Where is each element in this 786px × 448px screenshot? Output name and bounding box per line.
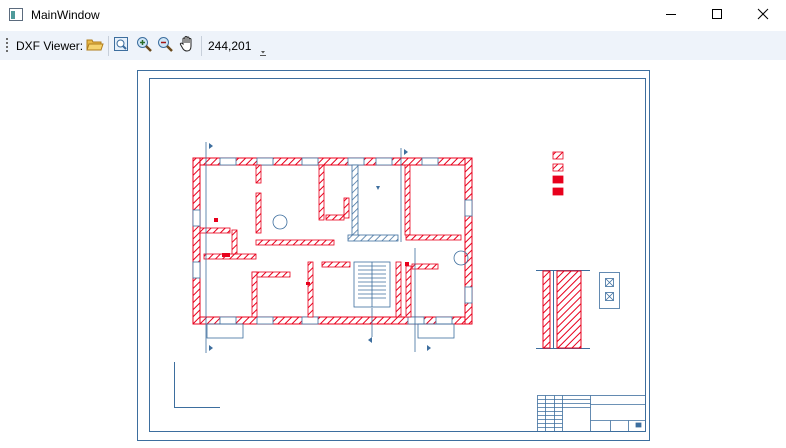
toolbar-grip[interactable] [6, 38, 8, 53]
dxf-drawing [137, 70, 650, 441]
zoom-fit-icon [113, 36, 129, 57]
close-icon [757, 7, 769, 25]
zoom-out-button[interactable] [155, 36, 175, 56]
maximize-icon [711, 7, 723, 25]
zoom-in-icon [136, 36, 152, 57]
corner-mark [174, 362, 220, 408]
minimize-icon [665, 7, 677, 25]
zoom-out-icon [157, 36, 173, 57]
open-folder-icon [86, 36, 104, 57]
wall-section-detail [536, 270, 590, 349]
zoom-in-button[interactable] [134, 36, 154, 56]
cursor-coordinates: 244,201 [208, 39, 252, 53]
toolbar-label: DXF Viewer: [16, 39, 84, 53]
open-file-button[interactable] [85, 36, 105, 56]
close-button[interactable] [740, 0, 786, 31]
dropdown-arrow-icon[interactable] [258, 45, 268, 56]
pan-hand-icon [178, 35, 196, 58]
toolbar-separator [201, 36, 202, 56]
window-title: MainWindow [31, 8, 100, 22]
app-icon [9, 8, 23, 21]
toolbar-separator [108, 36, 109, 56]
floor-plan [192, 142, 473, 353]
minimize-button[interactable] [648, 0, 694, 31]
title-bar: MainWindow [0, 0, 786, 31]
title-block [537, 395, 646, 432]
legend-swatches [552, 151, 564, 196]
maximize-button[interactable] [694, 0, 740, 31]
zoom-fit-button[interactable] [111, 36, 131, 56]
toolbar: DXF Viewer: 244,201 [0, 31, 786, 60]
drawing-canvas[interactable] [0, 60, 786, 443]
vent-block-detail [599, 272, 620, 309]
pan-button[interactable] [177, 35, 197, 58]
